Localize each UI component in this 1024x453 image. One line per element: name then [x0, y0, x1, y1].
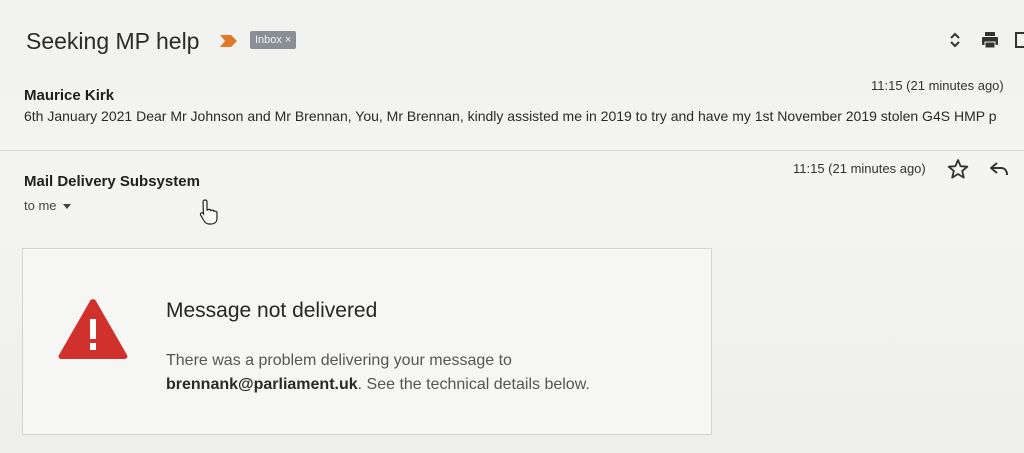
- inbox-label-chip[interactable]: Inbox ×: [250, 31, 297, 49]
- reply-icon[interactable]: [988, 158, 1010, 180]
- subject-bar: Seeking MP help Inbox ×: [0, 18, 1024, 64]
- delivery-failure-card: Message not delivered There was a proble…: [22, 248, 712, 435]
- collapsed-message[interactable]: 11:15 (21 minutes ago) Maurice Kirk 6th …: [0, 70, 1024, 150]
- star-icon[interactable]: [947, 158, 969, 180]
- message-sender: Maurice Kirk: [24, 87, 115, 104]
- message-time: 11:15 (21 minutes ago): [871, 78, 1004, 93]
- recipient-address: brennank@parliament.uk: [166, 376, 358, 393]
- email-subject: Seeking MP help: [26, 28, 200, 54]
- email-view: Seeking MP help Inbox × 11:15 (21 minutes…: [0, 0, 1024, 453]
- warning-icon: [58, 299, 128, 359]
- bounce-title: Message not delivered: [166, 299, 378, 322]
- remove-label-icon[interactable]: ×: [285, 34, 291, 46]
- expand-all-icon[interactable]: [945, 30, 965, 50]
- bounce-message: There was a problem delivering your mess…: [166, 349, 686, 397]
- recipient-label: to me: [24, 198, 57, 213]
- thread-divider: [0, 150, 1024, 151]
- print-icon[interactable]: [980, 30, 1000, 50]
- hand-cursor-icon: [199, 199, 218, 225]
- new-window-icon[interactable]: [1013, 30, 1024, 50]
- bounce-text: There was a problem delivering your mess…: [166, 352, 512, 369]
- recipient-dropdown[interactable]: to me: [24, 198, 71, 213]
- message-sender[interactable]: Mail Delivery Subsystem: [24, 173, 200, 190]
- importance-marker-icon[interactable]: [219, 34, 239, 48]
- message-header: Mail Delivery Subsystem to me 11:15 (21 …: [0, 152, 1024, 222]
- chevron-down-icon: [62, 204, 71, 210]
- message-snippet: 6th January 2021 Dear Mr Johnson and Mr …: [24, 108, 997, 124]
- message-time: 11:15 (21 minutes ago): [793, 161, 926, 176]
- bounce-text-tail: . See the technical details below.: [357, 376, 590, 393]
- inbox-label-text: Inbox: [255, 34, 282, 46]
